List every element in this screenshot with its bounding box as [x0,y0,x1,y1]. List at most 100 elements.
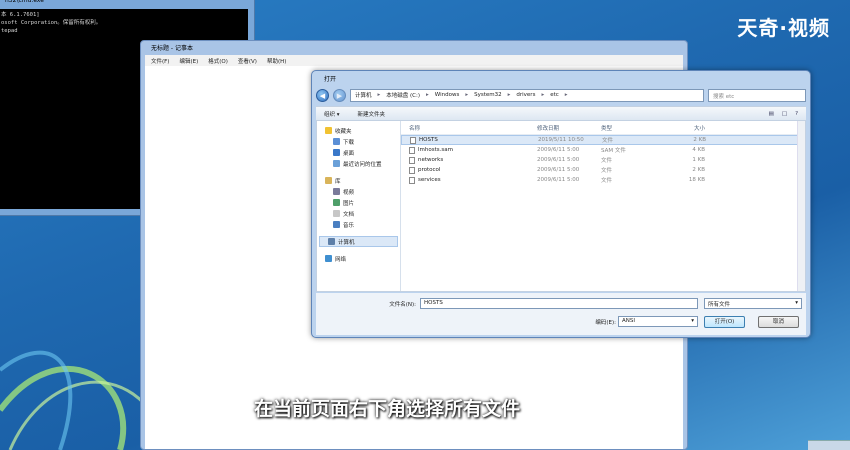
column-date[interactable]: 修改日期 [537,124,601,132]
menu-format[interactable]: 格式(O) [208,57,228,65]
breadcrumb-arrow-icon[interactable]: ▸ [378,92,381,98]
document-icon [333,210,340,217]
breadcrumb-2[interactable]: Windows [435,92,460,98]
breadcrumb-arrow-icon[interactable]: ▸ [465,92,468,98]
file-date: 2009/6/11 5:00 [537,167,580,173]
file-row[interactable]: networks 2009/6/11 5:00 文件 1 KB [401,155,805,165]
breadcrumb-4[interactable]: drivers [516,92,535,98]
network-icon [325,255,332,262]
notepad-menubar: 文件(F) 编辑(E) 格式(O) 查看(V) 帮助(H) [145,55,683,66]
file-name: protocol [418,167,441,173]
file-name-cell: services [401,176,537,184]
nav-item[interactable]: 网络 [317,253,400,264]
open-file-dialog[interactable]: 打开 ◀ ▶ 计算机 ▸ 本地磁盘 (C:) ▸ Windows ▸ System32 ▸ dr… [311,70,811,338]
dialog-title: 打开 [324,76,337,83]
file-row[interactable]: HOSTS 2019/5/11 10:50 文件 2 KB [401,135,805,145]
filetype-select[interactable]: 所有文件 ▾ [704,298,802,309]
picture-icon [333,199,340,206]
file-name: lmhosts.sam [418,147,453,153]
file-size: 18 KB [688,177,705,183]
scrollbar[interactable] [797,121,805,291]
file-size: 4 KB [692,147,705,153]
breadcrumb-3[interactable]: System32 [474,92,502,98]
nav-item[interactable]: 图片 [317,197,400,208]
video-subtitle: 在当前页面右下角选择所有文件 [254,398,521,420]
filetype-value: 所有文件 [708,302,731,308]
file-row[interactable]: services 2009/6/11 5:00 文件 18 KB [401,175,805,185]
recent-places-icon [333,160,340,167]
encoding-value: ANSI [622,318,635,324]
breadcrumb-arrow-icon[interactable]: ▸ [565,92,568,98]
file-date: 2009/6/11 5:00 [537,157,580,163]
download-folder-icon [333,138,340,145]
breadcrumb-1[interactable]: 本地磁盘 (C:) [386,91,420,99]
file-name: services [418,177,441,183]
desktop-icon [333,149,340,156]
new-folder-button[interactable]: 新建文件夹 [358,110,386,118]
column-size[interactable]: 大小 [665,124,705,132]
nav-item-label: 文档 [343,211,355,218]
file-date: 2009/6/11 5:00 [537,147,580,153]
notepad-title: 无标题 - 记事本 [151,45,193,52]
file-list-header: 名称 修改日期 类型 大小 [401,121,805,135]
breadcrumb-arrow-icon[interactable]: ▸ [508,92,511,98]
nav-item[interactable]: 最近访问的位置 [317,158,400,169]
dialog-body: 收藏夹下载桌面 最近访问的位置库视频 图片文档音乐计算机网络 名称 修改日期 类型 … [316,120,806,292]
nav-item[interactable]: 库 [317,175,400,186]
watermark-logo: 天奇·视频 [737,16,830,40]
column-type[interactable]: 类型 [601,124,665,132]
file-name-cell: protocol [401,166,537,174]
nav-item-label: 收藏夹 [335,128,352,135]
menu-view[interactable]: 查看(V) [238,57,257,65]
star-icon [325,127,332,134]
nav-item-label: 音乐 [343,222,355,229]
nav-item[interactable]: 下载 [317,136,400,147]
file-row[interactable]: lmhosts.sam 2009/6/11 5:00 SAM 文件 4 KB [401,145,805,155]
console-line: 本 6.1.7601] [1,12,40,18]
file-list: 名称 修改日期 类型 大小 HOSTS 2019/5/11 10:50 文件 2 KB… [401,121,805,291]
file-size: 2 KB [693,137,706,143]
forward-button[interactable]: ▶ [333,88,346,102]
nav-item-label: 库 [335,178,341,185]
address-bar[interactable]: 计算机 ▸ 本地磁盘 (C:) ▸ Windows ▸ System32 ▸ drivers ▸ e… [350,88,704,102]
nav-item[interactable]: 视频 [317,186,400,197]
file-icon [410,136,416,144]
help-icon[interactable]: ? [795,111,798,117]
menu-file[interactable]: 文件(F) [151,57,169,65]
preview-pane-icon[interactable]: □ [782,111,787,117]
breadcrumb-0[interactable]: 计算机 [355,91,372,99]
encoding-select[interactable]: ANSI ▾ [618,316,698,327]
nav-item[interactable]: 文档 [317,208,400,219]
file-type: 文件 [601,168,613,174]
navigation-pane: 收藏夹下载桌面 最近访问的位置库视频 图片文档音乐计算机网络 [317,121,401,291]
filename-field[interactable]: HOSTS [420,298,698,309]
file-type: 文件 [601,178,613,184]
file-icon [409,146,415,154]
cmd-title: n32\cmd.exe [5,0,44,4]
nav-item[interactable]: 桌面 [317,147,400,158]
nav-item[interactable]: 计算机 [319,236,398,247]
search-input[interactable]: 搜索 etc [708,88,806,102]
file-size: 2 KB [692,167,705,173]
filename-label: 文件名(N): [389,302,416,308]
file-type: SAM 文件 [601,148,626,154]
menu-edit[interactable]: 编辑(E) [179,57,198,65]
dialog-toolbar: 组织 ▾ 新建文件夹 ▤ □? [316,106,806,120]
open-button[interactable]: 打开(O) [704,316,745,328]
console-line: osoft Corporation。保留所有权利。 [1,20,102,26]
nav-item-label: 桌面 [343,150,355,157]
file-row[interactable]: protocol 2009/6/11 5:00 文件 2 KB [401,165,805,175]
view-options-icon[interactable]: ▤ [769,111,774,117]
organize-button[interactable]: 组织 ▾ [324,110,340,118]
nav-item-label: 下载 [343,139,355,146]
back-button[interactable]: ◀ [316,88,329,102]
cancel-button[interactable]: 取消 [758,316,799,328]
column-name[interactable]: 名称 [401,124,537,132]
nav-item-label: 计算机 [338,239,355,246]
nav-item[interactable]: 音乐 [317,219,400,230]
breadcrumb-arrow-icon[interactable]: ▸ [541,92,544,98]
breadcrumb-5[interactable]: etc [550,92,559,98]
breadcrumb-arrow-icon[interactable]: ▸ [426,92,429,98]
nav-item[interactable]: 收藏夹 [317,125,400,136]
menu-help[interactable]: 帮助(H) [267,57,286,65]
